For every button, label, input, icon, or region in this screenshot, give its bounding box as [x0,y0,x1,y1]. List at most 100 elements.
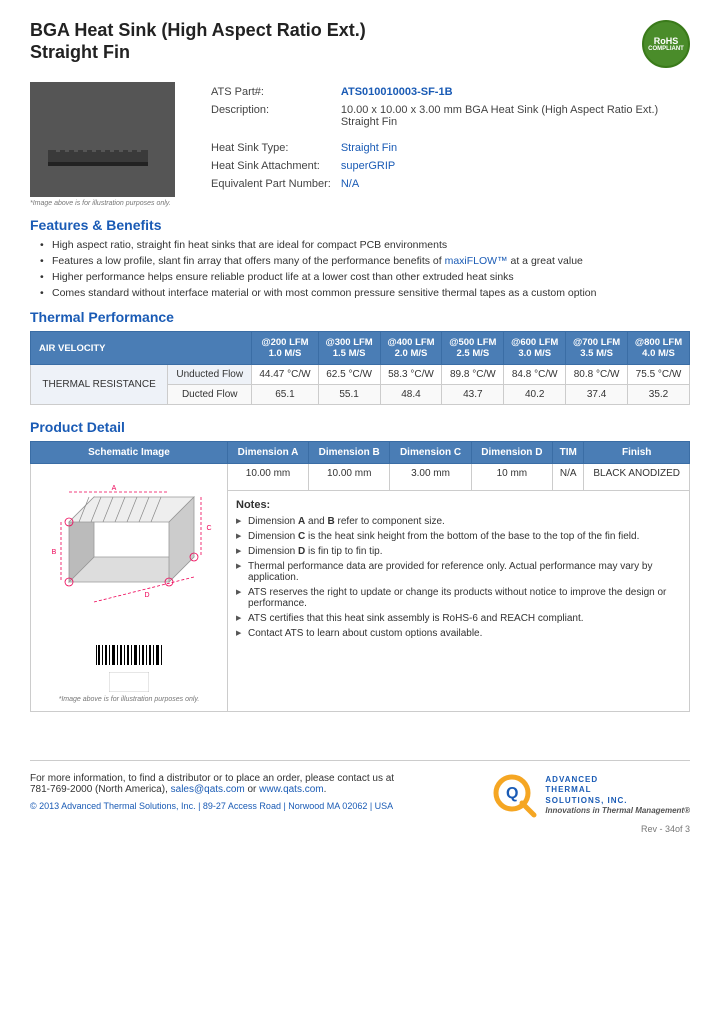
product-detail-table: Schematic Image Dimension A Dimension B … [30,441,690,712]
col-700lfm: @700 LFM3.5 M/S [566,332,628,365]
heatsink-illustration [38,90,168,190]
barcode-svg [94,643,164,668]
spec-row-attachment: Heat Sink Attachment: superGRIP [207,158,688,174]
heat-sink-attachment-value[interactable]: superGRIP [341,160,395,172]
ducted-400: 48.4 [380,385,442,405]
svg-text:A: A [112,485,117,492]
product-image-area: *Image above is for illustration purpose… [30,82,185,207]
barcode-area [39,643,219,692]
feature-item-4: Comes standard without interface materia… [40,287,690,299]
dim-b-value: 10.00 mm [309,464,390,491]
note-2: Dimension C is the heat sink height from… [236,531,681,542]
finish-value: BLACK ANODIZED [584,464,690,491]
schematic-image-header: Schematic Image [31,442,228,464]
dim-d-header: Dimension D [471,442,552,464]
part-number: ATS010010003-SF-1B [337,84,688,100]
thermal-performance-table: AIR VELOCITY @200 LFM1.0 M/S @300 LFM1.5… [30,331,690,405]
tim-value: N/A [553,464,584,491]
ats-text-area: ADVANCED THERMAL SOLUTIONS, INC. Innovat… [545,775,690,817]
description-value: 10.00 x 10.00 x 3.00 mm BGA Heat Sink (H… [337,102,688,130]
detail-header-row: Schematic Image Dimension A Dimension B … [31,442,690,464]
ducted-300: 55.1 [318,385,380,405]
thermal-performance-heading: Thermal Performance [30,309,690,325]
footer-email-link[interactable]: sales@qats.com [171,784,245,795]
ducted-500: 43.7 [442,385,504,405]
equiv-part-label: Equivalent Part Number: [207,176,335,192]
product-info-section: *Image above is for illustration purpose… [30,82,690,207]
unducted-700: 80.8 °C/W [566,365,628,385]
unducted-200: 44.47 °C/W [252,365,318,385]
footer-website-link[interactable]: www.qats.com [259,784,323,795]
unducted-800: 75.5 °C/W [628,365,690,385]
svg-text:D: D [144,592,149,599]
heat-sink-type-value[interactable]: Straight Fin [341,142,397,154]
dim-d-value: 10 mm [471,464,552,491]
spec-row-description: Description: 10.00 x 10.00 x 3.00 mm BGA… [207,102,688,130]
heat-sink-type-label: Heat Sink Type: [207,140,335,156]
feature-item-1: High aspect ratio, straight fin heat sin… [40,239,690,251]
dim-b-header: Dimension B [309,442,390,464]
dim-a-header: Dimension A [228,442,309,464]
svg-text:C: C [206,525,211,532]
heat-sink-attachment-label: Heat Sink Attachment: [207,158,335,174]
thermal-unducted-row: THERMAL RESISTANCE Unducted Flow 44.47 °… [31,365,690,385]
note-4: Thermal performance data are provided fo… [236,561,681,583]
spec-table: ATS Part#: ATS010010003-SF-1B Descriptio… [205,82,690,194]
ats-logo-area: Q ADVANCED THERMAL SOLUTIONS, INC. Innov… [492,773,690,818]
notes-label: Notes: [236,499,681,511]
feature-item-2: Features a low profile, slant fin array … [40,255,690,267]
dim-box-small [109,672,149,692]
col-500lfm: @500 LFM2.5 M/S [442,332,504,365]
ducted-200: 65.1 [252,385,318,405]
ducted-800: 35.2 [628,385,690,405]
product-image-box [30,82,175,197]
col-300lfm: @300 LFM1.5 M/S [318,332,380,365]
svg-text:B: B [52,549,57,556]
note-3: Dimension D is fin tip to fin tip. [236,546,681,557]
col-400lfm: @400 LFM2.0 M/S [380,332,442,365]
svg-text:Q: Q [506,785,518,802]
schematic-cell: A B C D [31,464,228,712]
ducted-600: 40.2 [504,385,566,405]
ducted-label: Ducted Flow [168,385,252,405]
unducted-600: 84.8 °C/W [504,365,566,385]
features-list: High aspect ratio, straight fin heat sin… [30,239,690,299]
page-header: BGA Heat Sink (High Aspect Ratio Ext.) S… [30,20,690,68]
footer-copyright: © 2013 Advanced Thermal Solutions, Inc. … [30,801,492,811]
note-6: ATS certifies that this heat sink assemb… [236,613,681,624]
dim-c-header: Dimension C [390,442,471,464]
footer-contact: For more information, to find a distribu… [30,773,492,811]
notes-cell: Notes: Dimension A and B refer to compon… [228,491,690,712]
footer-section: For more information, to find a distribu… [30,760,690,818]
footer-contact-text: For more information, to find a distribu… [30,773,492,795]
features-heading: Features & Benefits [30,217,690,233]
unducted-300: 62.5 °C/W [318,365,380,385]
product-detail-heading: Product Detail [30,419,690,435]
note-7: Contact ATS to learn about custom option… [236,628,681,639]
air-velocity-header: AIR VELOCITY [31,332,252,365]
finish-header: Finish [584,442,690,464]
col-600lfm: @600 LFM3.0 M/S [504,332,566,365]
description-label: Description: [207,102,335,130]
tim-header: TIM [553,442,584,464]
spec-row-part: ATS Part#: ATS010010003-SF-1B [207,84,688,100]
product-title-text: BGA Heat Sink (High Aspect Ratio Ext.) S… [30,20,366,63]
col-200lfm: @200 LFM1.0 M/S [252,332,318,365]
notes-list: Dimension A and B refer to component siz… [236,516,681,639]
detail-dims-row: A B C D [31,464,690,491]
note-5: ATS reserves the right to update or chan… [236,587,681,609]
product-specs: ATS Part#: ATS010010003-SF-1B Descriptio… [205,82,690,207]
schematic-caption: *Image above is for illustration purpose… [39,696,219,703]
maxiflow-link[interactable]: maxiFLOW™ [445,255,508,267]
product-title: BGA Heat Sink (High Aspect Ratio Ext.) S… [30,20,366,63]
image-caption: *Image above is for illustration purpose… [30,200,185,207]
rohs-badge: RoHS COMPLIANT [642,20,690,68]
thermal-resistance-label: THERMAL RESISTANCE [31,365,168,405]
note-1: Dimension A and B refer to component siz… [236,516,681,527]
feature-item-3: Higher performance helps ensure reliable… [40,271,690,283]
equiv-part-value[interactable]: N/A [341,178,359,190]
part-label: ATS Part#: [207,84,335,100]
unducted-label: Unducted Flow [168,365,252,385]
ducted-700: 37.4 [566,385,628,405]
dim-c-value: 3.00 mm [390,464,471,491]
